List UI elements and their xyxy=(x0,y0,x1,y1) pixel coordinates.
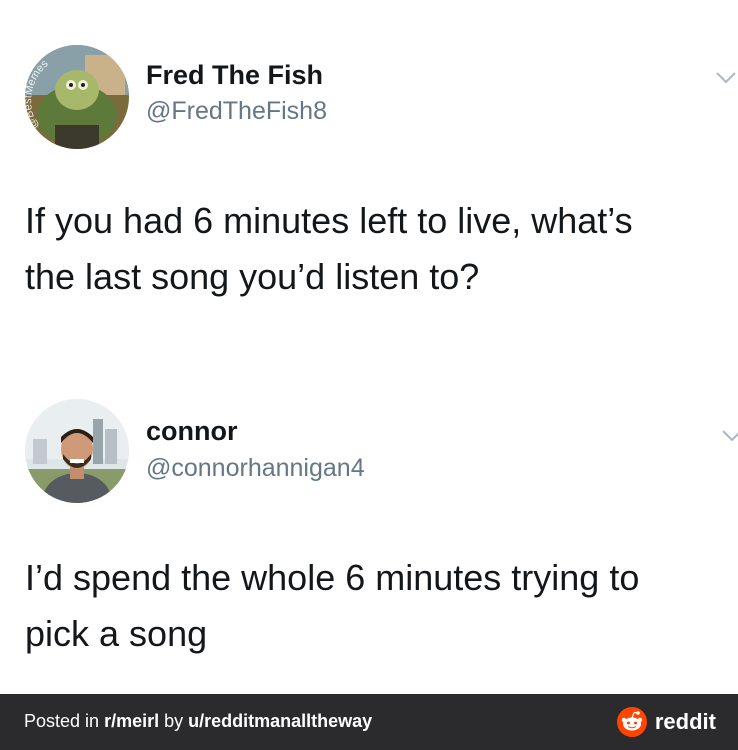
tweet-text-line: If you had 6 minutes left to live, what’… xyxy=(25,200,633,241)
tweet-text: If you had 6 minutes left to live, what’… xyxy=(25,193,633,305)
tweet-text-line: the last song you’d listen to? xyxy=(25,256,480,297)
fred-avatar-image: @BestMemes xyxy=(25,45,129,149)
tweet-text: I’d spend the whole 6 minutes trying to … xyxy=(25,550,639,662)
display-name[interactable]: Fred The Fish xyxy=(146,60,323,91)
tweet-text-line: I’d spend the whole 6 minutes trying to xyxy=(25,557,640,598)
avatar-connor[interactable] xyxy=(25,399,129,503)
reddit-snoo-icon xyxy=(616,707,647,737)
reddit-logo[interactable]: reddit xyxy=(616,707,716,737)
chevron-down-icon[interactable] xyxy=(722,430,738,442)
subreddit-link[interactable]: r/meirl xyxy=(104,711,159,731)
post-attribution: Posted in r/meirl by u/redditmanallthewa… xyxy=(24,711,372,732)
connor-avatar-image xyxy=(25,399,129,503)
user-handle[interactable]: @FredTheFish8 xyxy=(146,97,327,126)
avatar-fred[interactable]: @BestMemes xyxy=(25,45,129,149)
reddit-wordmark: reddit xyxy=(654,709,716,734)
tweet-text-line: pick a song xyxy=(25,613,208,654)
display-name[interactable]: connor xyxy=(146,416,238,447)
chevron-down-icon[interactable] xyxy=(716,72,736,84)
user-link[interactable]: u/redditmanalltheway xyxy=(188,711,372,731)
attribution-by: by xyxy=(159,711,189,731)
attribution-prefix: Posted in xyxy=(24,711,105,731)
user-handle[interactable]: @connorhannigan4 xyxy=(146,454,365,483)
reddit-footer: Posted in r/meirl by u/redditmanallthewa… xyxy=(0,694,738,750)
